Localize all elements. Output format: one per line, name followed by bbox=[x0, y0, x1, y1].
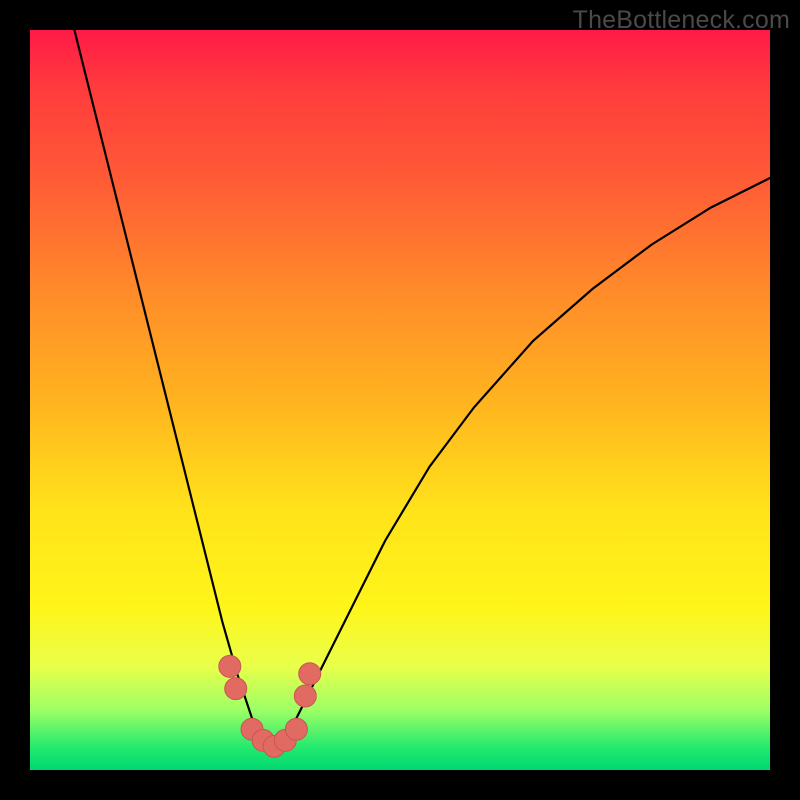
curve-marker bbox=[299, 663, 321, 685]
curve-marker bbox=[219, 655, 241, 677]
curve-markers bbox=[219, 655, 321, 757]
curve-marker bbox=[285, 718, 307, 740]
curve-marker bbox=[225, 678, 247, 700]
chart-frame: TheBottleneck.com bbox=[0, 0, 800, 800]
watermark-text: TheBottleneck.com bbox=[573, 6, 790, 35]
chart-overlay bbox=[30, 30, 770, 770]
plot-area bbox=[30, 30, 770, 770]
curve-marker bbox=[294, 685, 316, 707]
bottleneck-curve bbox=[74, 30, 770, 748]
